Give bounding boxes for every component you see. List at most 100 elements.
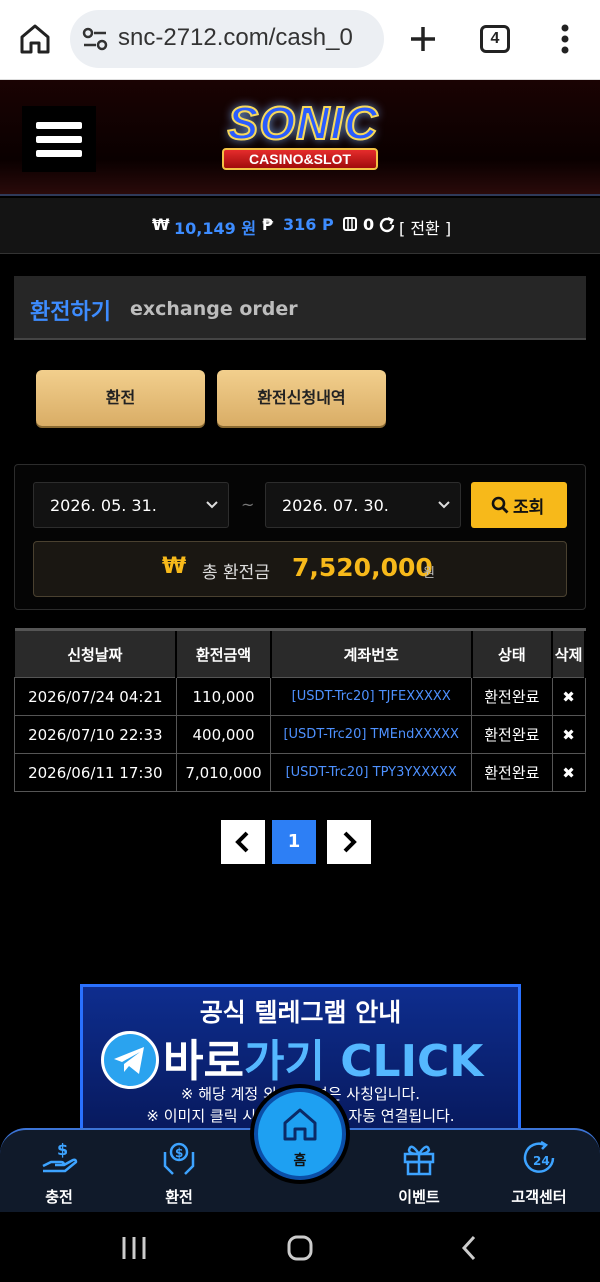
convert-button[interactable]: [ 전환 ] (399, 215, 451, 239)
cell-amount: 7,010,000 (175, 753, 272, 792)
balance-bar: ₩ 10,149 원 ₱ 316 P 0 [ 전환 ] (0, 198, 600, 254)
system-home-icon[interactable] (286, 1234, 314, 1262)
total-label: 총 환전금 (202, 563, 270, 583)
search-button-label: 조회 (513, 498, 545, 518)
nav-event-label: 이벤트 (398, 1188, 440, 1206)
site-settings-icon[interactable] (82, 27, 108, 51)
deposit-icon: $ (42, 1140, 78, 1173)
svg-text:$: $ (57, 1140, 68, 1159)
nav-deposit[interactable]: $ 충전 (14, 1138, 104, 1208)
chevron-right-icon (343, 831, 357, 853)
page-subtitle: exchange order (130, 298, 298, 320)
logo-subtitle: CASINO&SLOT (222, 148, 378, 170)
prev-page-button[interactable] (221, 820, 265, 864)
more-options-icon[interactable] (556, 22, 574, 56)
page-title-panel: 환전하기 exchange order (14, 276, 586, 340)
page-title: 환전하기 (30, 300, 111, 325)
tab-exchange[interactable]: 환전 (36, 370, 205, 426)
system-back-icon[interactable] (456, 1234, 484, 1262)
delete-icon[interactable]: ✖ (551, 677, 586, 716)
banner-cta: 바로가기 CLICK (163, 1025, 483, 1089)
chevron-left-icon (235, 831, 249, 853)
hamburger-menu-button[interactable] (22, 106, 96, 172)
cell-amount: 110,000 (175, 677, 272, 716)
banner-title: 공식 텔레그램 안내 (199, 998, 402, 1027)
cash-balance: 10,149 원 (174, 219, 257, 238)
cell-date: 2026/07/10 22:33 (14, 715, 177, 754)
withdraw-icon: $ (163, 1142, 195, 1175)
nav-withdraw[interactable]: $ 환전 (134, 1138, 224, 1208)
browser-home-icon[interactable] (18, 22, 52, 56)
end-date-value: 2026. 07. 30. (282, 496, 389, 515)
chevron-down-icon (438, 501, 450, 509)
system-navigation-bar (0, 1212, 600, 1282)
header-account: 계좌번호 (270, 628, 473, 678)
header-status: 상태 (471, 628, 554, 678)
cell-amount: 400,000 (175, 715, 272, 754)
table-header-row: 신청날짜 환전금액 계좌번호 상태 삭제 (14, 628, 586, 678)
table-row: 2026/07/24 04:21 110,000 [USDT-Trc20] TJ… (14, 677, 586, 716)
nav-deposit-label: 충전 (45, 1188, 73, 1206)
header-delete: 삭제 (552, 628, 586, 678)
logo-title: SONIC (227, 96, 379, 150)
browser-toolbar: snc-2712.com/cash_0 4 (0, 0, 600, 80)
telegram-icon (101, 1031, 159, 1089)
support-24h-icon: 24 (523, 1140, 555, 1173)
cell-date: 2026/06/11 17:30 (14, 753, 177, 792)
search-panel: 2026. 05. 31. ~ 2026. 07. 30. 조회 ₩ 총 환전금… (14, 464, 586, 610)
nav-home-label: 홈 (293, 1153, 307, 1169)
nav-event[interactable]: 이벤트 (374, 1138, 464, 1208)
cell-account: [USDT-Trc20] TMEndXXXXX (270, 715, 473, 754)
site-logo[interactable]: SONIC CASINO&SLOT (192, 92, 414, 184)
site-header: SONIC CASINO&SLOT (0, 80, 600, 196)
banner-cta-part2: 가기 CLICK (243, 1036, 484, 1087)
start-date-select[interactable]: 2026. 05. 31. (33, 482, 229, 528)
cell-status: 환전완료 (471, 677, 553, 716)
table-row: 2026/07/10 22:33 400,000 [USDT-Trc20] TM… (14, 715, 586, 754)
cell-status: 환전완료 (471, 715, 553, 754)
nav-support-label: 고객센터 (511, 1188, 567, 1206)
gift-icon (403, 1145, 435, 1176)
new-tab-icon[interactable] (404, 20, 442, 58)
won-icon: ₩ (162, 554, 187, 579)
exchange-history-table: 신청날짜 환전금액 계좌번호 상태 삭제 2026/07/24 04:21 11… (14, 628, 586, 792)
header-amount: 환전금액 (176, 628, 272, 678)
chip-icon (343, 217, 357, 231)
page-1-button[interactable]: 1 (272, 820, 316, 864)
nav-support[interactable]: 24 고객센터 (494, 1138, 584, 1208)
cell-status: 환전완료 (471, 753, 553, 792)
total-exchange-box: ₩ 총 환전금 7,520,000 원 (33, 541, 567, 597)
home-icon (283, 1108, 317, 1141)
nav-withdraw-label: 환전 (165, 1188, 193, 1206)
svg-text:$: $ (175, 1146, 183, 1160)
search-button[interactable]: 조회 (471, 482, 567, 528)
cell-account: [USDT-Trc20] TJFEXXXXX (270, 677, 473, 716)
won-icon: ₩ (152, 215, 170, 234)
total-amount: 7,520,000 (292, 553, 433, 582)
svg-text:24: 24 (533, 1154, 550, 1168)
point-balance: 316 P (283, 215, 334, 234)
total-unit: 원 (423, 566, 435, 581)
next-page-button[interactable] (327, 820, 371, 864)
end-date-select[interactable]: 2026. 07. 30. (265, 482, 461, 528)
tab-switcher-button[interactable]: 4 (480, 25, 510, 53)
cell-account: [USDT-Trc20] TPY3YXXXXX (270, 753, 473, 792)
date-separator: ~ (241, 495, 255, 514)
address-bar[interactable]: snc-2712.com/cash_0 (70, 10, 384, 68)
delete-icon[interactable]: ✖ (551, 715, 586, 754)
delete-icon[interactable]: ✖ (551, 753, 586, 792)
url-text: snc-2712.com/cash_0 (118, 24, 353, 51)
table-row: 2026/06/11 17:30 7,010,000 [USDT-Trc20] … (14, 753, 586, 792)
cell-date: 2026/07/24 04:21 (14, 677, 177, 716)
nav-home[interactable]: 홈 (254, 1088, 346, 1180)
chevron-down-icon (206, 501, 218, 509)
start-date-value: 2026. 05. 31. (50, 496, 157, 515)
search-icon (491, 496, 509, 514)
header-date: 신청날짜 (14, 628, 178, 678)
chip-count: 0 (363, 215, 375, 234)
tab-exchange-history[interactable]: 환전신청내역 (217, 370, 386, 426)
point-icon: ₱ (262, 215, 274, 234)
recent-apps-icon[interactable] (120, 1234, 148, 1262)
refresh-icon[interactable] (378, 216, 396, 234)
banner-cta-part1: 바로 (163, 1036, 244, 1087)
